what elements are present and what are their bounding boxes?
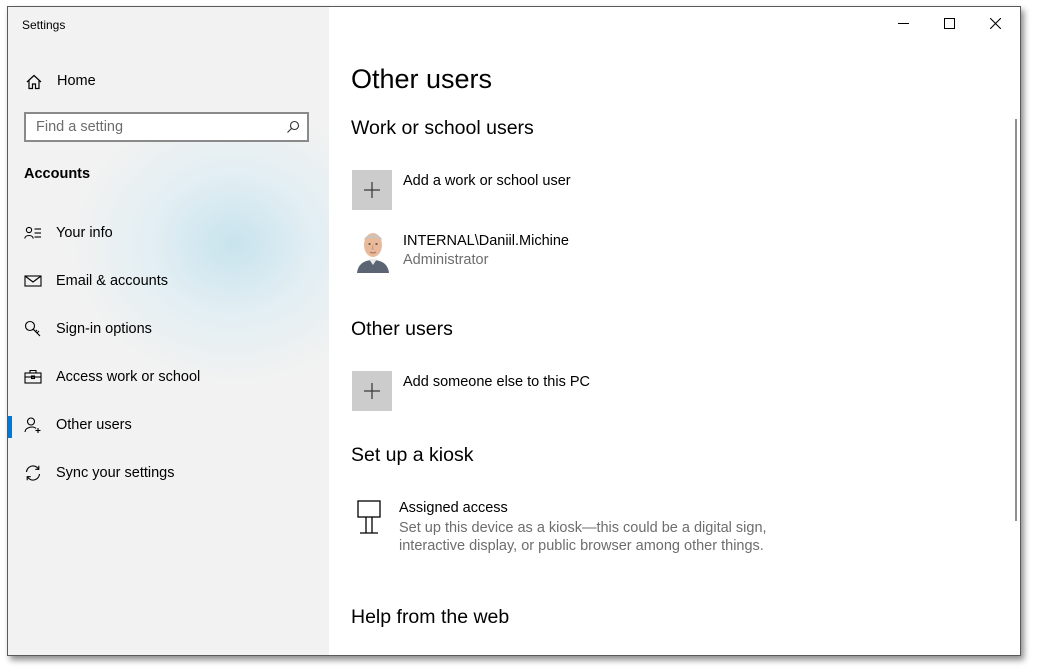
mail-icon	[24, 272, 42, 290]
search-icon[interactable]	[286, 120, 300, 134]
sync-icon	[24, 464, 42, 482]
main-content: Other users Work or school users Add a w…	[329, 7, 1020, 655]
scrollbar[interactable]	[1015, 119, 1017, 521]
app-title: Settings	[22, 18, 66, 32]
kiosk-icon[interactable]	[356, 500, 384, 534]
person-add-icon	[24, 416, 42, 434]
sidebar-item-other-users[interactable]: Other users	[8, 408, 329, 444]
sidebar: Settings Home Find a setting Accounts Yo…	[8, 7, 329, 655]
add-someone-else-button[interactable]	[352, 371, 392, 411]
add-work-school-user-button[interactable]	[352, 170, 392, 210]
plus-icon	[364, 383, 380, 399]
sidebar-item-access-work-school[interactable]: Access work or school	[8, 360, 329, 396]
user-avatar[interactable]	[354, 229, 392, 273]
settings-window: Settings Home Find a setting Accounts Yo…	[7, 6, 1021, 656]
assigned-access-desc-line2: interactive display, or public browser a…	[399, 538, 764, 554]
home-nav-item[interactable]: Home	[8, 69, 329, 95]
sidebar-item-sync-settings[interactable]: Sync your settings	[8, 456, 329, 492]
sidebar-item-label: Access work or school	[56, 369, 201, 385]
sidebar-item-label: Other users	[56, 417, 132, 433]
plus-icon	[364, 182, 380, 198]
person-list-icon	[24, 224, 42, 242]
briefcase-icon	[24, 368, 42, 386]
sidebar-item-your-info[interactable]: Your info	[8, 216, 329, 252]
sidebar-item-label: Sync your settings	[56, 465, 175, 481]
sidebar-item-label: Sign-in options	[56, 321, 152, 337]
search-input[interactable]: Find a setting	[24, 112, 309, 142]
other-users-heading: Other users	[351, 318, 453, 340]
add-someone-else-label[interactable]: Add someone else to this PC	[403, 374, 590, 390]
assigned-access-title[interactable]: Assigned access	[399, 500, 508, 516]
sidebar-item-label: Email & accounts	[56, 273, 169, 289]
user-role: Administrator	[403, 252, 489, 268]
section-title: Accounts	[24, 166, 91, 182]
home-label: Home	[57, 73, 96, 89]
sidebar-background-glow	[68, 127, 329, 387]
key-icon	[24, 320, 42, 338]
work-school-heading: Work or school users	[351, 117, 534, 139]
selection-indicator	[8, 416, 12, 438]
user-name[interactable]: INTERNAL\Daniil.Michine	[403, 233, 569, 249]
add-work-school-user-label[interactable]: Add a work or school user	[403, 173, 571, 189]
assigned-access-desc-line1: Set up this device as a kiosk—this could…	[399, 520, 767, 536]
sidebar-item-email-accounts[interactable]: Email & accounts	[8, 264, 329, 300]
search-placeholder: Find a setting	[36, 119, 124, 135]
kiosk-heading: Set up a kiosk	[351, 444, 474, 466]
help-heading: Help from the web	[351, 606, 510, 628]
sidebar-item-label: Your info	[56, 225, 113, 241]
page-title: Other users	[351, 64, 493, 94]
home-icon	[25, 73, 43, 91]
sidebar-item-sign-in-options[interactable]: Sign-in options	[8, 312, 329, 348]
